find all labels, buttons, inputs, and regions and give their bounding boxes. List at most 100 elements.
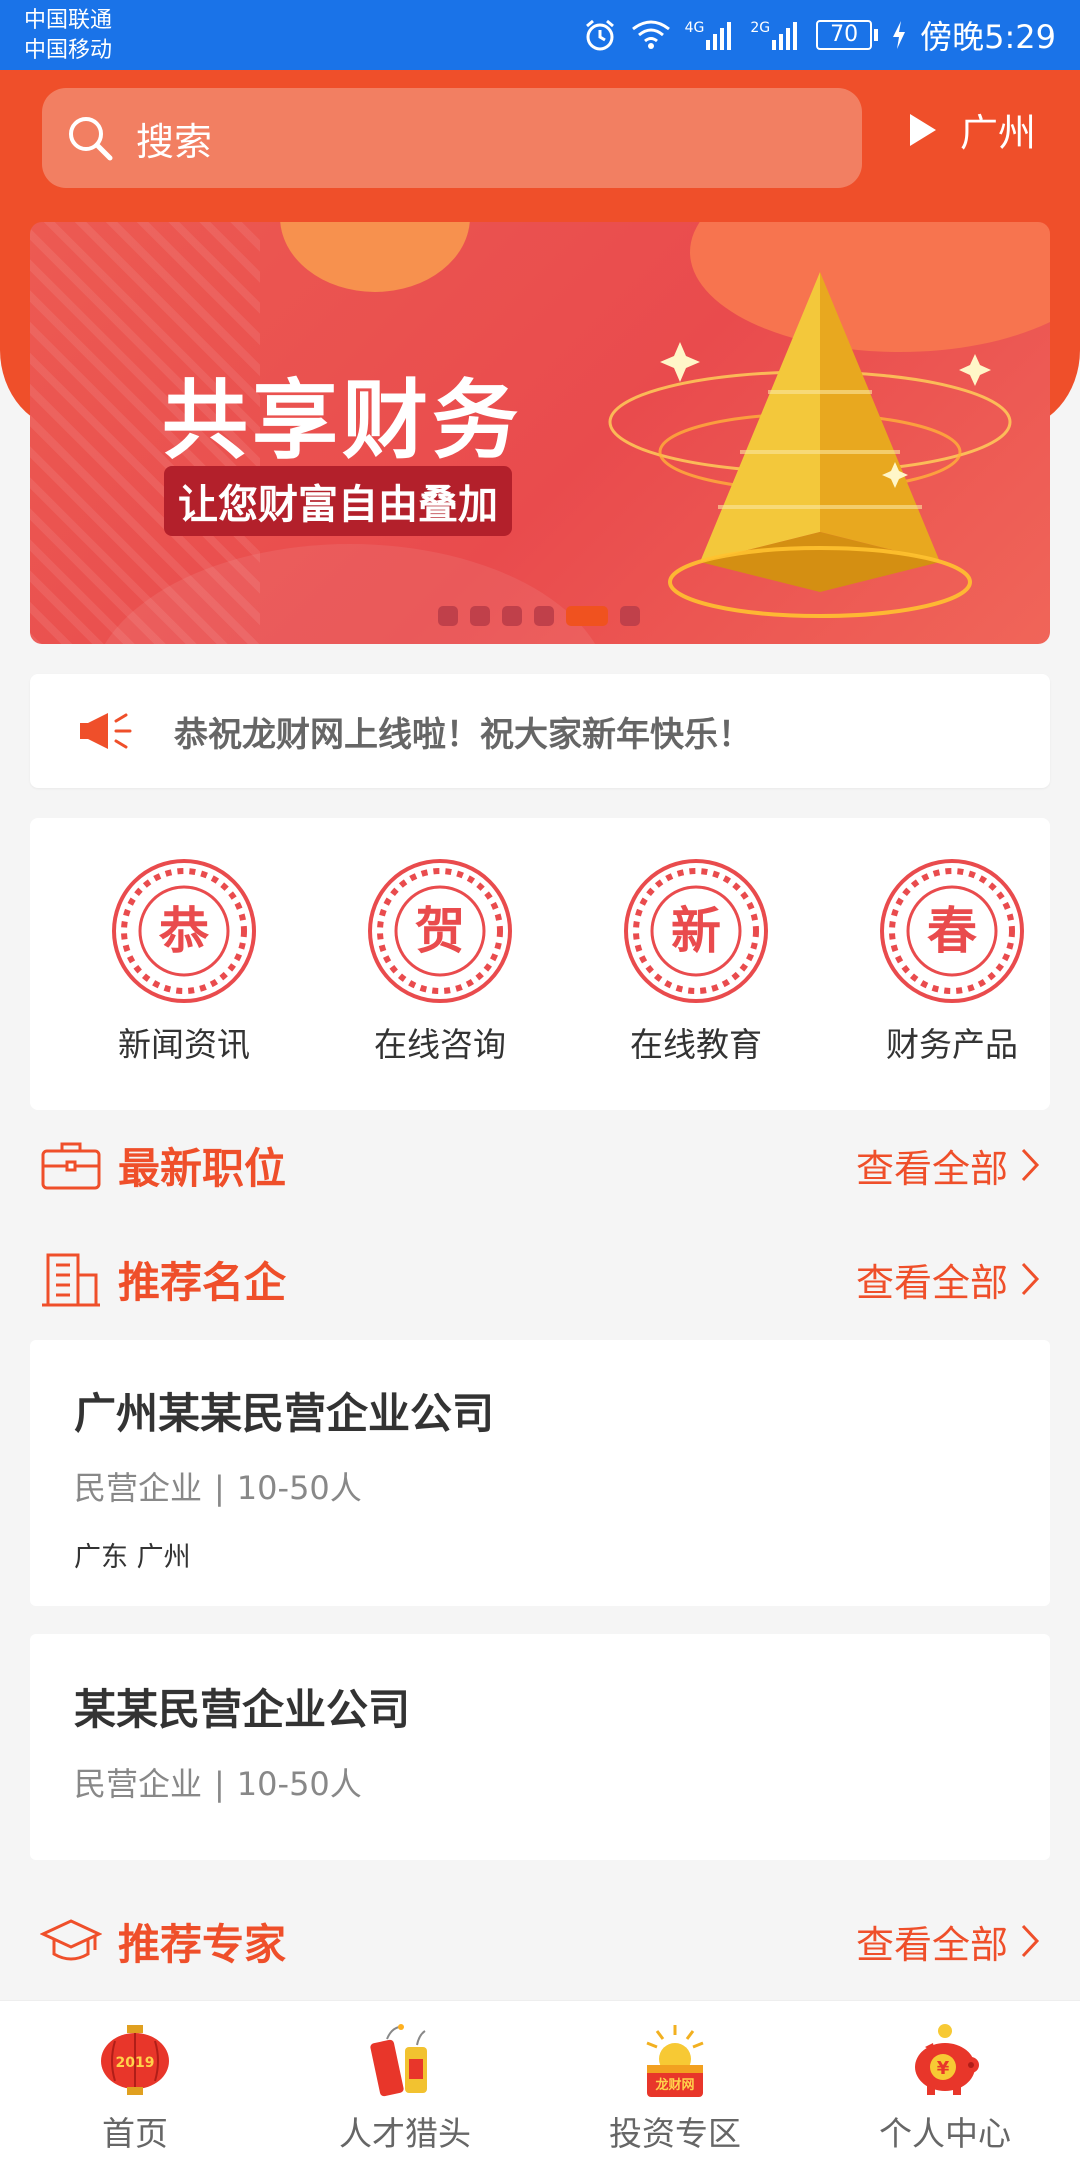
badge-char: 恭	[158, 902, 209, 960]
category-education[interactable]: 新 在线教育	[596, 858, 796, 1066]
carousel-dot-active[interactable]	[566, 606, 608, 626]
company-meta: 民营企业 | 10-50人	[74, 1759, 1050, 1805]
category-news[interactable]: 恭 新闻资讯	[84, 858, 284, 1066]
carousel-dot[interactable]	[470, 606, 490, 626]
section-recommended-experts: 推荐专家 查看全部	[40, 1906, 1040, 1976]
treasure-icon: 龙财网	[646, 2025, 704, 2097]
company-name: 某某民营企业公司	[74, 1685, 411, 1734]
location-label: 广州	[960, 111, 1037, 155]
golden-pyramid-illustration	[608, 272, 1012, 618]
category-label: 新闻资讯	[118, 1025, 250, 1064]
chevron-right-icon	[1021, 1924, 1040, 1958]
banner-decoration	[280, 222, 470, 292]
clock: 傍晚5:29	[920, 18, 1056, 56]
company-size: 10-50人	[236, 1765, 362, 1803]
section-title: 最新职位	[118, 1143, 287, 1193]
search-icon	[69, 117, 113, 161]
carousel-dot[interactable]	[620, 606, 640, 626]
carousel-dot[interactable]	[534, 606, 554, 626]
battery-level: 70	[816, 20, 873, 50]
bottom-navigation: 2019 首页 人才猎头 龙财网 投资专区 ¥ 个人中心	[0, 2000, 1080, 2160]
paper-cut-badge-icon: 新	[624, 859, 768, 1003]
category-label: 财务产品	[886, 1025, 1018, 1064]
charging-icon	[893, 21, 906, 49]
signal-2g: 2G	[750, 20, 802, 50]
chevron-right-icon	[1021, 1148, 1040, 1182]
paper-cut-badge-icon: 贺	[368, 859, 512, 1003]
section-latest-jobs: 最新职位 查看全部	[40, 1130, 1040, 1200]
graduation-cap-icon	[40, 1919, 102, 1961]
search-input[interactable]: 搜索	[42, 88, 862, 188]
category-consult[interactable]: 贺 在线咨询	[340, 858, 540, 1066]
view-all-jobs-link[interactable]: 查看全部	[856, 1138, 1040, 1193]
wifi-icon	[631, 20, 670, 49]
nav-label: 人才猎头	[339, 2114, 471, 2153]
treasure-label: 龙财网	[655, 2077, 694, 2093]
carousel-dot[interactable]	[502, 606, 522, 626]
company-type: 民营企业	[74, 1765, 203, 1803]
company-card[interactable]: 广州某某民营企业公司 民营企业 | 10-50人 广东 广州	[30, 1340, 1050, 1606]
signal-4g: 4G	[685, 20, 737, 50]
section-title: 推荐专家	[118, 1919, 287, 1969]
nav-profile[interactable]: ¥ 个人中心	[810, 2001, 1080, 2160]
view-all-experts-link[interactable]: 查看全部	[856, 1914, 1040, 1969]
alarm-icon	[585, 19, 614, 51]
category-grid: 恭 新闻资讯 贺 在线咨询 新 在线教育 春 财务产品	[30, 818, 1050, 1110]
signal-icon	[772, 22, 798, 50]
search-placeholder: 搜索	[136, 119, 213, 164]
status-bar: 中国联通 中国移动 4G 2G 70 傍晚5:29	[0, 0, 1080, 70]
paper-cut-badge-icon: 春	[880, 859, 1024, 1003]
nav-headhunter[interactable]: 人才猎头	[270, 2001, 540, 2160]
lantern-icon: 2019	[101, 2025, 169, 2095]
meta-separator: |	[214, 1765, 225, 1803]
nav-investment[interactable]: 龙财网 投资专区	[540, 2001, 810, 2160]
view-all-label: 查看全部	[855, 1146, 1008, 1191]
company-meta: 民营企业 | 10-50人	[74, 1463, 1050, 1509]
nav-label: 首页	[102, 2114, 168, 2153]
battery-indicator: 70	[816, 20, 879, 50]
chevron-right-icon	[1021, 1262, 1040, 1296]
company-name: 广州某某民营企业公司	[74, 1389, 495, 1438]
category-products[interactable]: 春 财务产品	[852, 858, 1052, 1066]
section-recommended-companies: 推荐名企 查看全部	[40, 1244, 1040, 1314]
paper-cut-badge-icon: 恭	[112, 859, 256, 1003]
nav-label: 个人中心	[879, 2114, 1011, 2153]
view-all-companies-link[interactable]: 查看全部	[856, 1252, 1040, 1307]
lantern-year: 2019	[116, 2055, 155, 2071]
battery-tip	[874, 29, 879, 41]
carousel-dot[interactable]	[438, 606, 458, 626]
building-icon	[42, 1253, 100, 1307]
status-icons: 4G 2G 70 傍晚5:29	[583, 12, 1056, 58]
banner-title: 共享财务	[162, 371, 522, 471]
meta-separator: |	[214, 1469, 225, 1507]
category-label: 在线咨询	[374, 1025, 506, 1064]
briefcase-icon	[41, 1142, 101, 1190]
yuan-symbol: ¥	[937, 2058, 950, 2079]
announcement-text: 恭祝龙财网上线啦！祝大家新年快乐！	[174, 714, 752, 755]
announcement-bar[interactable]: 恭祝龙财网上线啦！祝大家新年快乐！	[30, 674, 1050, 788]
firecracker-icon	[370, 2024, 427, 2097]
promo-banner[interactable]: 共享财务 让您财富自由叠加	[30, 222, 1050, 644]
badge-char: 贺	[415, 902, 465, 960]
company-size: 10-50人	[236, 1469, 362, 1507]
company-location: 广东 广州	[74, 1542, 191, 1573]
megaphone-icon	[80, 713, 132, 749]
banner-subtitle: 让您财富自由叠加	[164, 466, 512, 536]
nav-home[interactable]: 2019 首页	[0, 2001, 270, 2160]
section-title: 推荐名企	[118, 1257, 287, 1307]
location-selector[interactable]: 广州	[908, 102, 1036, 157]
badge-char: 春	[927, 902, 977, 960]
badge-char: 新	[671, 902, 721, 960]
category-label: 在线教育	[630, 1025, 762, 1064]
company-type: 民营企业	[74, 1469, 203, 1507]
location-arrow-icon	[910, 113, 936, 146]
view-all-label: 查看全部	[855, 1260, 1008, 1305]
view-all-label: 查看全部	[855, 1922, 1008, 1967]
signal-icon	[706, 22, 732, 50]
company-card[interactable]: 某某民营企业公司 民营企业 | 10-50人	[30, 1634, 1050, 1860]
carrier-info: 中国联通 中国移动	[24, 6, 112, 66]
carrier-1: 中国联通	[24, 8, 113, 33]
carousel-indicator[interactable]	[438, 606, 640, 626]
carrier-2: 中国移动	[24, 38, 113, 63]
piggy-bank-icon: ¥	[915, 2024, 979, 2095]
